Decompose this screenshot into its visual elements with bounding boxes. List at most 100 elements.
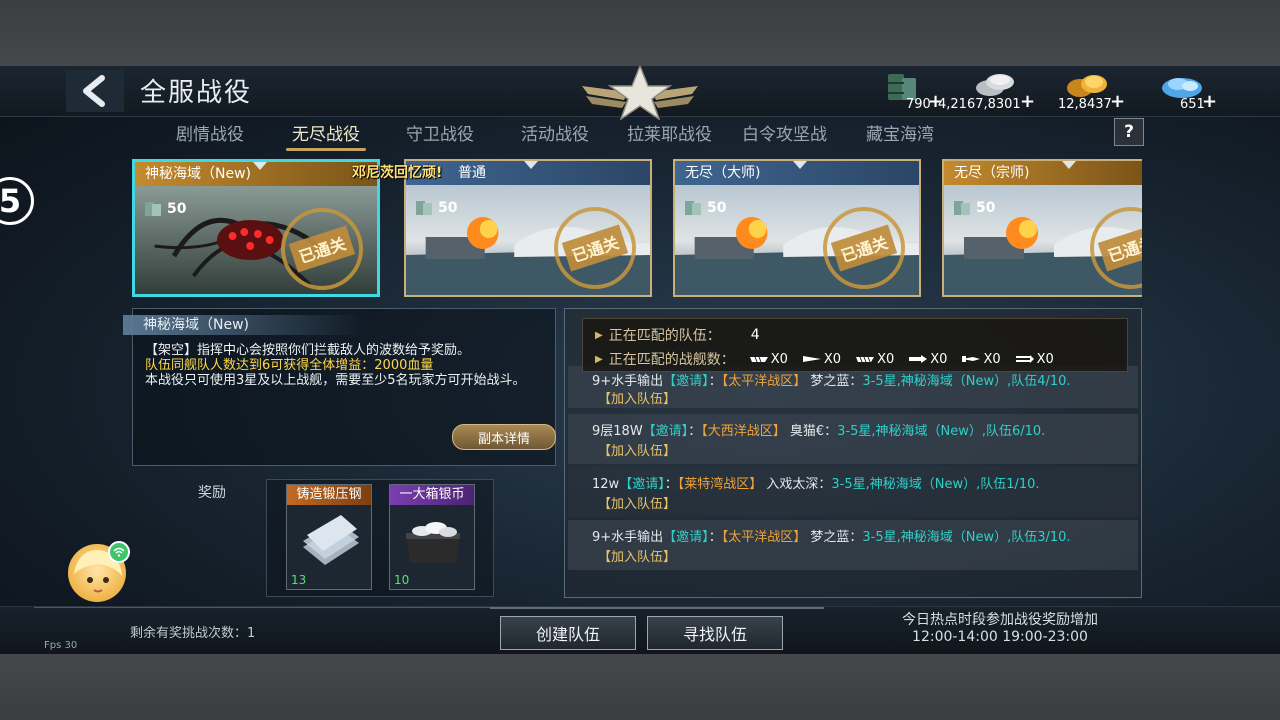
card-cost-value: 50	[167, 201, 187, 217]
hot-time-hours: 12:00-14:00 19:00-23:00	[912, 629, 1088, 645]
cleared-stamp-text: 已通关	[830, 224, 898, 272]
team-invite-prefix: 9+水手输出	[592, 374, 664, 389]
help-button[interactable]: ?	[1114, 118, 1144, 146]
team-invite-row[interactable]: 9层18W【邀请】：【大西洋战区】 臭猫€：3-5星,神秘海域（New）,队伍6…	[568, 414, 1138, 464]
team-invite-prefix: 9+水手输出	[592, 530, 664, 545]
diamond-icon	[1162, 78, 1202, 98]
team-invite-info: 3-5星,神秘海域（New）,队伍6/10.	[837, 424, 1046, 439]
cleared-stamp: 已通关	[823, 207, 905, 289]
matching-ships-label: 正在匹配的战舰数：	[608, 352, 735, 368]
reward-name: 铸造锻压钢	[287, 485, 371, 505]
reward-item[interactable]: 一大箱银币 10	[389, 484, 475, 590]
join-team-link[interactable]: 【加入队伍】	[598, 388, 676, 407]
description-text: 【架空】指挥中心会按照你们拦截敌人的波数给予奖励。 队伍同舰队人数达到6可获得全…	[145, 343, 549, 388]
team-invite-leader: 臭猫€：	[789, 424, 838, 439]
tab-rlyeh[interactable]: 拉莱耶战役	[627, 120, 712, 145]
reward-name: 一大箱银币	[390, 485, 474, 505]
card-cost: 50	[952, 199, 995, 217]
scrolling-announcement: 邓尼茨回忆顽!	[352, 165, 443, 181]
cleared-stamp-text: 已通关	[1097, 224, 1142, 272]
gold-coins-icon	[1067, 75, 1107, 97]
campaign-details-button[interactable]: 副本详情	[452, 424, 556, 450]
campaign-tabs: 剧情战役 无尽战役 守卫战役 活动战役 拉莱耶战役 白令攻坚战 藏宝海湾	[0, 116, 1280, 151]
gold-resource: 12,8437 +	[1058, 68, 1128, 114]
card-cost: 50	[414, 199, 457, 217]
campaign-card-mystery-sea[interactable]: 神秘海域（New) 50 已通关	[132, 159, 380, 297]
ship-count-value: X0	[930, 351, 948, 367]
team-invite-row[interactable]: 9+水手输出【邀请】：【太平洋战区】 梦之蓝：3-5星,神秘海域（New）,队伍…	[568, 366, 1138, 408]
carrier-ship-icon	[749, 356, 768, 363]
team-invite-zone: 【太平洋战区】	[721, 530, 807, 545]
tab-story[interactable]: 剧情战役	[176, 120, 244, 145]
create-team-button[interactable]: 创建队伍	[500, 616, 636, 650]
card-notch	[524, 161, 538, 169]
add-silver-button[interactable]: +	[1020, 91, 1035, 112]
team-invite-tag: 【邀请】	[619, 477, 665, 492]
team-invite-text: 9层18W【邀请】：【大西洋战区】 臭猫€：3-5星,神秘海域（New）,队伍6…	[592, 420, 1045, 439]
join-team-link[interactable]: 【加入队伍】	[598, 440, 676, 459]
add-diamond-button[interactable]: +	[1202, 91, 1217, 112]
reward-item[interactable]: 铸造锻压钢 13	[286, 484, 372, 590]
add-gold-button[interactable]: +	[1110, 91, 1125, 112]
ship-count-value: X0	[770, 351, 788, 367]
team-invite-tag: 【邀请】	[663, 530, 709, 545]
fuel-resource: 790 +	[884, 68, 944, 114]
matching-teams-value: 4	[750, 327, 760, 343]
team-invite-info: 3-5星,神秘海域（New）,队伍4/10.	[862, 374, 1071, 389]
reward-count: 10	[394, 573, 410, 587]
ship-count-value: X0	[983, 351, 1001, 367]
card-label: 无尽（宗师)	[944, 161, 1142, 185]
team-invite-row[interactable]: 9+水手输出【邀请】：【太平洋战区】 梦之蓝：3-5星,神秘海域（New）,队伍…	[568, 520, 1138, 570]
ship-type-count: X0	[749, 352, 788, 367]
matching-status: ▶ 正在匹配的队伍： 4 ▶ 正在匹配的战舰数： X0 X0 X0 X0 X0 …	[582, 318, 1128, 372]
diamond-resource: 651 +	[1160, 68, 1220, 114]
join-team-link[interactable]: 【加入队伍】	[598, 546, 676, 565]
card-notch	[793, 161, 807, 169]
tab-defense[interactable]: 守卫战役	[406, 120, 474, 145]
fuel-barrel-icon	[416, 201, 432, 215]
tab-treasure-bay[interactable]: 藏宝海湾	[866, 120, 934, 145]
team-invite-leader: 梦之蓝：	[810, 374, 863, 389]
card-cost: 50	[143, 200, 186, 218]
matching-teams-row: ▶ 正在匹配的队伍： 4	[595, 325, 760, 345]
team-invite-leader: 梦之蓝：	[810, 530, 863, 545]
cleared-stamp-text: 已通关	[288, 225, 356, 273]
team-invite-row[interactable]: 12w【邀请】：【莱特湾战区】 入戏太深：3-5星,神秘海域（New）,队伍1/…	[568, 467, 1138, 517]
tab-endless[interactable]: 无尽战役	[286, 120, 366, 151]
back-button[interactable]	[66, 70, 124, 112]
team-invite-info: 3-5星,神秘海域（New）,队伍1/10.	[831, 477, 1040, 492]
bottom-left-frame	[34, 607, 494, 654]
battleship-icon	[802, 356, 821, 362]
back-arrow-icon	[83, 75, 105, 107]
fuel-barrel-icon	[954, 201, 970, 215]
find-team-button[interactable]: 寻找队伍	[647, 616, 783, 650]
remaining-attempts: 剩余有奖挑战次数：1	[130, 626, 256, 641]
wifi-icon	[108, 541, 130, 563]
team-invite-zone: 【大西洋战区】	[701, 424, 786, 439]
gold-value: 12,8437	[1058, 97, 1112, 112]
tab-event[interactable]: 活动战役	[521, 120, 589, 145]
team-invite-text: 9+水手输出【邀请】：【太平洋战区】 梦之蓝：3-5星,神秘海域（New）,队伍…	[592, 526, 1071, 545]
ship-type-count: X0	[908, 352, 947, 367]
frigate-ship-icon	[1015, 355, 1034, 363]
tab-bering[interactable]: 白令攻坚战	[742, 120, 827, 145]
fuel-barrel-icon	[145, 202, 161, 216]
join-team-link[interactable]: 【加入队伍】	[598, 493, 676, 512]
ship-type-count: X0	[855, 352, 894, 367]
letterbox-bottom	[0, 654, 1280, 720]
fps-counter: Fps 30	[44, 640, 78, 651]
team-invite-zone: 【太平洋战区】	[721, 374, 807, 389]
campaign-card-master[interactable]: 无尽（大师) 50 已通关	[673, 159, 921, 297]
team-invite-prefix: 9层18W	[592, 424, 643, 439]
description-title: 神秘海域（New)	[123, 315, 363, 335]
team-invite-info: 3-5星,神秘海域（New）,队伍3/10.	[862, 530, 1071, 545]
matching-teams-label: 正在匹配的队伍：	[608, 328, 721, 344]
submarine-icon	[962, 356, 981, 362]
card-cost: 50	[683, 199, 726, 217]
card-cost-value: 50	[707, 200, 727, 216]
campaign-card-grandmaster[interactable]: 无尽（宗师) 50 已通关	[942, 159, 1142, 297]
cleared-stamp: 已通关	[554, 207, 636, 289]
team-invite-separator: ：	[708, 374, 722, 389]
team-invite-separator: ：	[664, 477, 678, 492]
team-invite-zone: 【莱特湾战区】	[677, 477, 763, 492]
